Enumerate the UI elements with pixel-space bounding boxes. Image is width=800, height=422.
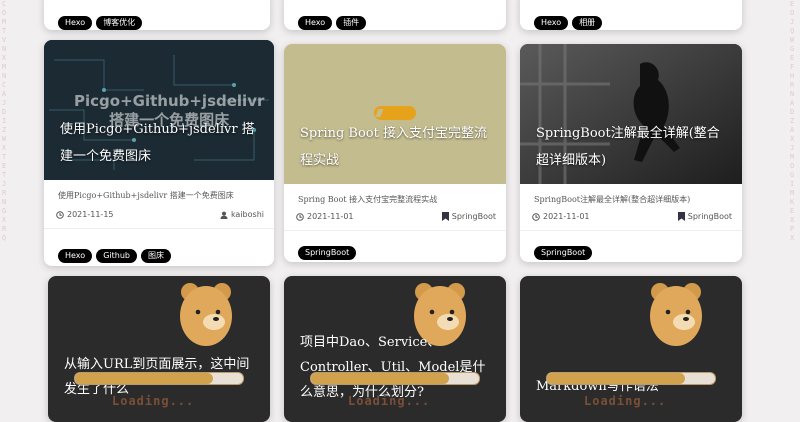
background-matrix-left: COMTVNXMNCAJDIZWXTETJRNGXRQ [2,0,7,242]
loading-progress-fill [547,373,685,384]
clock-icon [56,210,64,219]
post-card-url-loading[interactable]: 从输入URL到页面展示，这中间发生了什么 Loading... [48,276,270,422]
tag[interactable]: 插件 [336,16,367,30]
tag[interactable]: 博客优化 [96,16,143,30]
post-title[interactable]: 使用Picgo+Github+jsdelivr 搭建一个免费图床 [60,116,258,170]
background-matrix-right: EOJQWGEFHRNADZAXJMOGIMKEXPX [790,0,795,242]
post-title[interactable]: Spring Boot 接入支付宝完整流程实战 [300,120,490,174]
loading-text: Loading... [584,394,667,408]
loading-progress-bar [74,372,244,385]
loading-progress-fill [311,373,449,384]
divider [284,230,506,231]
post-title[interactable]: SpringBoot注解最全详解(整合超详细版本) [536,120,726,174]
bear-icon [650,283,702,346]
post-cover-image[interactable]: Picgo+Github+jsdelivr 搭建一个免费图床 使用Picgo+G… [44,40,274,180]
bookmark-icon [441,212,449,221]
tag[interactable]: Github [96,249,137,263]
post-category[interactable]: SpringBoot [441,212,496,221]
post-card-springboot-alipay[interactable]: Spring Boot 接入支付宝完整流程实战 Spring Boot 接入支付… [284,44,506,262]
tag[interactable]: 相册 [572,16,603,30]
user-icon [220,211,228,219]
bear-icon [180,283,232,346]
bookmark-icon [677,212,685,221]
post-summary: 使用Picgo+Github+jsdelivr 搭建一个免费图床 [58,191,234,200]
clock-icon [532,212,540,221]
post-summary: Spring Boot 接入支付宝完整流程实战 [298,195,438,204]
post-date: 2021-11-01 [532,212,590,221]
divider [44,228,274,229]
tag[interactable]: Hexo [298,16,333,30]
post-date: 2021-11-15 [56,210,114,219]
loading-text: Loading... [348,394,431,408]
post-card-top-3[interactable]: Hexo 相册 [520,0,742,30]
post-cover-image[interactable]: Spring Boot 接入支付宝完整流程实战 [284,44,506,184]
tag[interactable]: SpringBoot [534,246,593,260]
tag[interactable]: Hexo [58,249,93,263]
clock-icon [296,212,304,221]
tag[interactable]: 图床 [140,249,171,263]
post-card-markdown-loading[interactable]: Markdown写作语法 Loading... [520,276,742,422]
post-cover-image[interactable]: SpringBoot注解最全详解(整合超详细版本) [520,44,742,184]
post-card-top-2[interactable]: Hexo 插件 [284,0,506,30]
post-date: 2021-11-01 [296,212,354,221]
post-summary: SpringBoot注解最全详解(整合超详细版本) [534,195,691,204]
post-category[interactable]: SpringBoot [677,212,732,221]
loading-progress-fill [75,373,213,384]
divider [520,230,742,231]
post-card-dao-loading[interactable]: 项目中Dao、Service、Controller、Util、Model是什么意… [284,276,506,422]
loading-progress-bar [310,372,480,385]
loading-text: Loading... [112,394,195,408]
loading-progress-bar [546,372,716,385]
post-card-springboot-annotations[interactable]: SpringBoot注解最全详解(整合超详细版本) SpringBoot注解最全… [520,44,742,262]
post-author[interactable]: kaiboshi [220,210,264,219]
tag[interactable]: Hexo [58,16,93,30]
tag[interactable]: SpringBoot [298,246,357,260]
post-card-top-1[interactable]: Hexo 博客优化 [44,0,270,30]
post-card-picgo[interactable]: Picgo+Github+jsdelivr 搭建一个免费图床 使用Picgo+G… [44,40,274,266]
tag[interactable]: Hexo [534,16,569,30]
